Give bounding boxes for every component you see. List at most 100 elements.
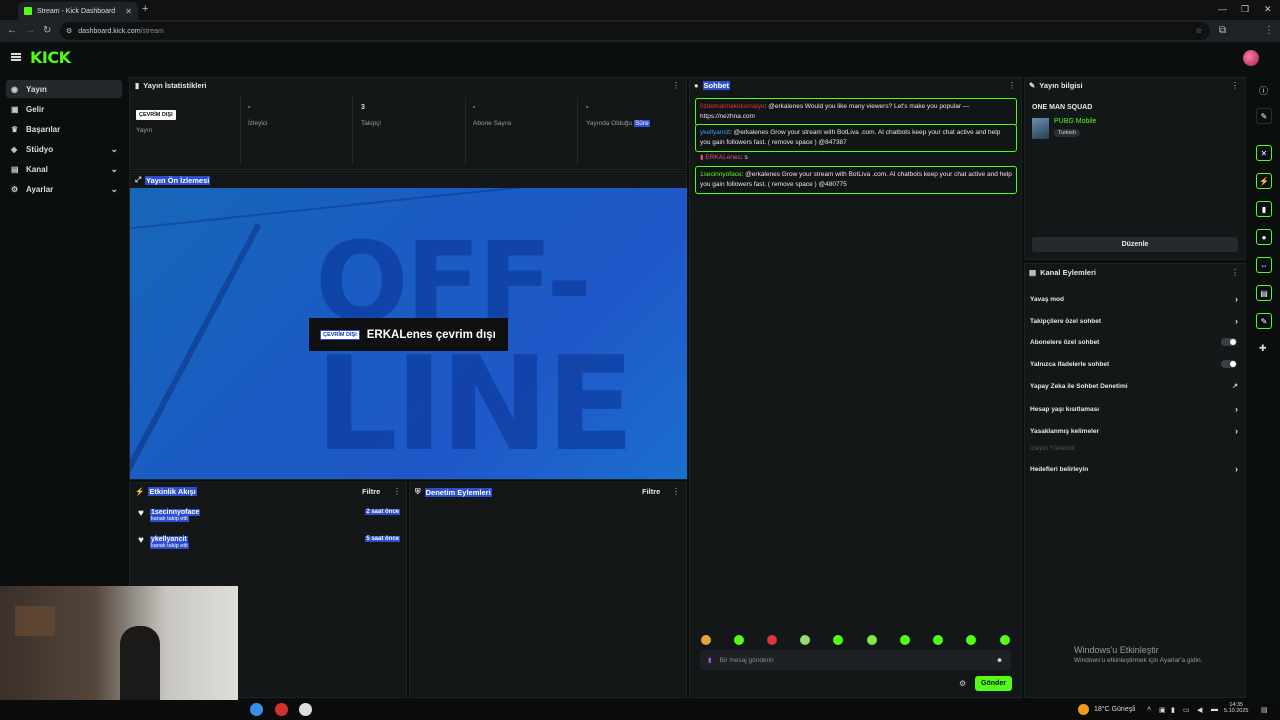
category-name[interactable]: PUBG Mobile	[1054, 118, 1096, 125]
steam-app-icon[interactable]	[299, 703, 312, 716]
edge-app-icon[interactable]	[250, 703, 263, 716]
stat-label: Abone Sayısı	[473, 120, 512, 127]
minimize-icon[interactable]: —	[1218, 4, 1227, 14]
close-window-icon[interactable]: ✕	[1264, 4, 1272, 15]
watermark-line2: Windows'u etkinleştirmek için Ayarlar'a …	[1074, 657, 1203, 664]
activity-filter-button[interactable]: Filtre	[362, 487, 380, 496]
address-bar[interactable]: ⚙ dashboard.kick.com/stream ☆	[60, 22, 1210, 40]
chevron-down-icon: ⌄	[110, 183, 118, 194]
tray-app-icon[interactable]: ▣	[1159, 706, 1166, 714]
emote-icon[interactable]	[800, 635, 810, 645]
connection-icon[interactable]: ⇔	[1256, 257, 1272, 273]
slow-mode-row[interactable]: Yavaş mod ›	[1030, 294, 1240, 304]
sidebar-item-label: Başarılar	[26, 124, 61, 134]
moderation-panel	[409, 482, 687, 698]
scene-icon[interactable]: ✕	[1256, 145, 1272, 161]
moderation-filter-button[interactable]: Filtre	[642, 487, 660, 496]
back-icon[interactable]: ←	[7, 25, 17, 36]
weather-text[interactable]: 18°C Güneşli	[1094, 706, 1135, 713]
stat-value: 3	[361, 104, 365, 111]
activity-time: 2 saat önce	[365, 509, 400, 515]
account-age-row[interactable]: Hesap yaşı kısıtlaması ›	[1030, 404, 1240, 414]
chat-title: ● Sohbet	[694, 81, 730, 90]
channel-actions-menu-icon[interactable]: ⋮	[1231, 268, 1239, 277]
emote-icon[interactable]	[867, 635, 877, 645]
subscribers-only-toggle[interactable]	[1221, 338, 1237, 346]
edit-button[interactable]: Düzenle	[1032, 237, 1238, 252]
emote-icon[interactable]	[933, 635, 943, 645]
sidebar-item-ayarlar[interactable]: ⚙ Ayarlar ⌄	[6, 180, 122, 198]
emote-icon[interactable]	[900, 635, 910, 645]
emoji-icon[interactable]: ☻	[996, 657, 1003, 664]
moderation-title: ⛨ Denetim Eylemleri	[415, 487, 492, 497]
site-info-icon[interactable]: ⚙	[66, 27, 72, 35]
chat-username[interactable]: 1secinnyoface	[700, 171, 742, 178]
emote-icon[interactable]	[966, 635, 976, 645]
kick-logo[interactable]: KICK	[30, 48, 71, 67]
speaker-icon[interactable]: ◀	[1197, 706, 1202, 714]
emotes-only-toggle[interactable]	[1221, 360, 1237, 368]
close-tab-icon[interactable]: ✕	[125, 7, 132, 16]
stat-label: Yayında Olduğu Süre	[586, 120, 650, 127]
new-tab-icon[interactable]: +	[142, 3, 148, 15]
chat-input-placeholder: Bir mesaj gönderin	[719, 656, 774, 664]
mic-icon[interactable]: ▮	[708, 656, 712, 664]
reload-icon[interactable]: ↻	[43, 25, 51, 36]
chat-username[interactable]: 0zdemalmakokomalye	[700, 103, 765, 110]
battery-icon[interactable]: ▬	[1211, 706, 1218, 713]
browser-menu-icon[interactable]: ⋮	[1264, 25, 1274, 36]
chat-input[interactable]: ▮ Bir mesaj gönderin ☻	[700, 650, 1011, 670]
bookmark-star-icon[interactable]: ☆	[1196, 27, 1202, 35]
stats-menu-icon[interactable]: ⋮	[672, 81, 680, 90]
info-icon[interactable]: ⓘ	[1259, 84, 1268, 97]
edit-pencil-icon[interactable]: ✎	[1256, 108, 1272, 124]
chat-settings-icon[interactable]: ⚙	[959, 679, 966, 688]
followers-only-row[interactable]: Takipçilere özel sohbet ›	[1030, 316, 1240, 326]
offline-badge: ÇEVRİM DIŞI	[136, 110, 176, 120]
tray-chevron-icon[interactable]: ˄	[1147, 706, 1151, 713]
bolt-icon[interactable]: ⚡	[1256, 173, 1272, 189]
heart-icon: ♥	[138, 508, 144, 519]
sidebar-item-yayin[interactable]: ◉ Yayın	[6, 80, 122, 98]
taskbar-clock[interactable]: 14:35 5.10.2025	[1224, 702, 1248, 714]
chat-username[interactable]: ERKALenes	[705, 154, 740, 161]
emote-icon[interactable]	[701, 635, 711, 645]
microphone-icon[interactable]: ▮	[1171, 706, 1175, 714]
ai-moderation-row[interactable]: Yapay Zeka ile Sohbet Denetimi ↗	[1030, 382, 1240, 391]
obs-app-icon[interactable]	[275, 703, 288, 716]
layout-icon[interactable]: ▤	[1256, 285, 1272, 301]
activity-user[interactable]: ykellyancit	[149, 536, 188, 543]
maximize-icon[interactable]: ❐	[1241, 4, 1249, 15]
tool-icon[interactable]: ✎	[1256, 313, 1272, 329]
user-avatar[interactable]	[1243, 50, 1259, 66]
sidebar-item-studyo[interactable]: ◈ Stüdyo ⌄	[6, 140, 122, 158]
sidebar-item-gelir[interactable]: ▣ Gelir	[6, 100, 122, 118]
emote-icon[interactable]	[734, 635, 744, 645]
emote-icon[interactable]	[767, 635, 777, 645]
forward-icon[interactable]: →	[25, 25, 35, 36]
stream-info-menu-icon[interactable]: ⋮	[1231, 81, 1239, 90]
bolt-icon: ⚡	[135, 487, 145, 496]
send-button[interactable]: Gönder	[975, 676, 1012, 691]
hamburger-menu-icon[interactable]	[11, 53, 21, 61]
emote-icon[interactable]	[833, 635, 843, 645]
extensions-icon[interactable]: ⧉	[1219, 25, 1226, 36]
activity-user[interactable]: 1secinnyoface	[149, 509, 201, 516]
stat-viewers: - İzleyici	[248, 104, 268, 127]
add-widget-icon[interactable]: ✚	[1259, 343, 1267, 354]
browser-tab[interactable]: Stream - Kick Dashboard ✕	[18, 2, 138, 20]
chat-icon[interactable]: ●	[1256, 229, 1272, 245]
sidebar-item-kanal[interactable]: ▤ Kanal ⌄	[6, 160, 122, 178]
banned-words-row[interactable]: Yasaklanmış kelimeler ›	[1030, 426, 1240, 436]
sidebar-item-basarilar[interactable]: ♛ Başarılar	[6, 120, 122, 138]
emote-icon[interactable]	[1000, 635, 1010, 645]
network-icon[interactable]: ▭	[1183, 706, 1190, 714]
activity-menu-icon[interactable]: ⋮	[393, 487, 401, 496]
set-goals-row[interactable]: Hedefleri belirleyin ›	[1030, 464, 1240, 474]
moderation-menu-icon[interactable]: ⋮	[672, 487, 680, 496]
document-icon[interactable]: ▮	[1256, 201, 1272, 217]
notifications-icon[interactable]: ▤	[1261, 706, 1268, 714]
chat-username[interactable]: ykellyancit	[700, 129, 730, 136]
expand-icon: ⤢	[135, 175, 141, 184]
chat-menu-icon[interactable]: ⋮	[1008, 81, 1016, 90]
